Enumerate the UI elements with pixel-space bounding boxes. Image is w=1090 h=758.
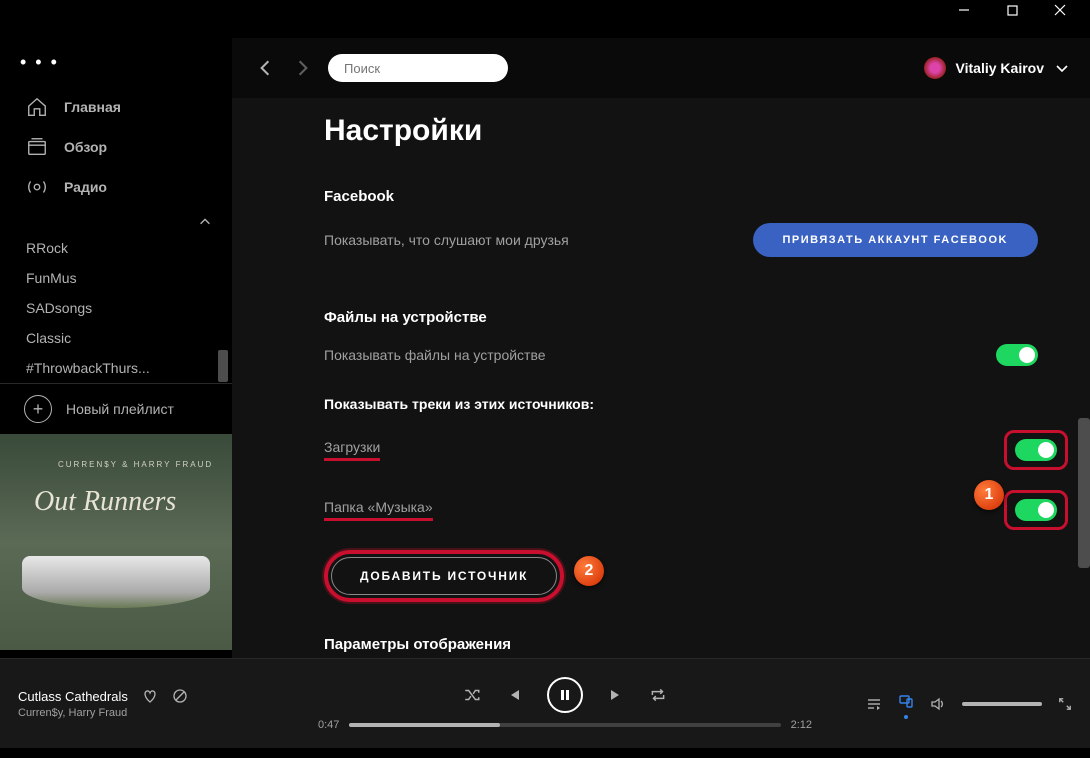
- playlist-item[interactable]: FunMus: [0, 263, 232, 293]
- nav-browse-label: Обзор: [64, 139, 107, 155]
- now-playing-artist[interactable]: Curren$y, Harry Fraud: [18, 707, 318, 719]
- browse-icon: [26, 136, 48, 158]
- player-bar: Cutlass Cathedrals Curren$y, Harry Fraud…: [0, 658, 1090, 748]
- main-panel: Vitaliy Kairov Настройки Facebook Показы…: [232, 38, 1090, 658]
- progress-bar[interactable]: [349, 723, 780, 727]
- user-name-label: Vitaliy Kairov: [956, 60, 1044, 76]
- plus-icon: +: [24, 395, 52, 423]
- new-playlist-label: Новый плейлист: [66, 401, 174, 417]
- now-playing-track[interactable]: Cutlass Cathedrals: [18, 689, 128, 704]
- facebook-desc: Показывать, что слушают мои друзья: [324, 232, 569, 248]
- playlist-item[interactable]: Classic: [0, 323, 232, 353]
- radio-icon: [26, 176, 48, 198]
- source-downloads-label: Загрузки: [324, 439, 380, 461]
- callout-2: 2: [574, 556, 604, 586]
- nav-home-label: Главная: [64, 99, 121, 115]
- add-source-button[interactable]: ДОБАВИТЬ ИСТОЧНИК: [331, 557, 557, 595]
- section-display-head: Параметры отображения: [324, 636, 1038, 653]
- album-artist-text: CURREN$Y & HARRY FRAUD: [58, 460, 213, 469]
- volume-icon[interactable]: [930, 696, 946, 712]
- callout-1: 1: [974, 480, 1004, 510]
- devices-icon[interactable]: [898, 693, 914, 714]
- play-pause-button[interactable]: [547, 677, 583, 713]
- section-facebook-head: Facebook: [324, 188, 1038, 205]
- nav-back-button[interactable]: [252, 55, 278, 81]
- search-input[interactable]: [344, 61, 520, 76]
- window-close-button[interactable]: [1036, 0, 1084, 27]
- source-music-folder-label: Папка «Музыка»: [324, 499, 433, 521]
- elapsed-time: 0:47: [318, 719, 339, 731]
- new-playlist-button[interactable]: + Новый плейлист: [0, 383, 232, 434]
- album-title-text: Out Runners: [34, 486, 176, 518]
- playlist-item[interactable]: #ThrowbackThurs...: [0, 353, 232, 383]
- block-icon[interactable]: [172, 688, 188, 704]
- nav-home[interactable]: Главная: [0, 87, 232, 127]
- sidebar: • • • Главная Обзор Радио RRock FunMus S…: [0, 38, 232, 658]
- menu-dots[interactable]: • • •: [0, 46, 232, 87]
- window-maximize-button[interactable]: [988, 0, 1036, 27]
- previous-button[interactable]: [505, 686, 523, 704]
- content-scrollbar[interactable]: [1078, 418, 1090, 568]
- page-title: Настройки: [324, 114, 1038, 148]
- nav-forward-button[interactable]: [290, 55, 316, 81]
- search-box[interactable]: [328, 54, 508, 82]
- nav-radio-label: Радио: [64, 179, 107, 195]
- volume-slider[interactable]: [962, 702, 1042, 706]
- playlist-item[interactable]: SADsongs: [0, 293, 232, 323]
- avatar: [924, 57, 946, 79]
- fullscreen-icon[interactable]: [1058, 697, 1072, 711]
- chevron-up-icon[interactable]: [198, 215, 212, 229]
- now-playing-cover[interactable]: CURREN$Y & HARRY FRAUD Out Runners: [0, 434, 232, 650]
- source-downloads-toggle[interactable]: [1015, 439, 1057, 461]
- link-facebook-button[interactable]: ПРИВЯЗАТЬ АККАУНТ FACEBOOK: [753, 223, 1039, 257]
- show-local-files-toggle[interactable]: [996, 344, 1038, 366]
- source-music-folder-toggle[interactable]: [1015, 499, 1057, 521]
- next-button[interactable]: [607, 686, 625, 704]
- nav-browse[interactable]: Обзор: [0, 127, 232, 167]
- shuffle-button[interactable]: [463, 686, 481, 704]
- user-menu[interactable]: Vitaliy Kairov: [924, 57, 1070, 79]
- show-local-files-desc: Показывать файлы на устройстве: [324, 347, 546, 363]
- playlist-item[interactable]: RRock: [0, 233, 232, 263]
- sidebar-scrollbar[interactable]: [218, 350, 228, 382]
- duration-time: 2:12: [791, 719, 812, 731]
- nav-radio[interactable]: Радио: [0, 167, 232, 207]
- home-icon: [26, 96, 48, 118]
- heart-icon[interactable]: [142, 688, 158, 704]
- section-local-files-head: Файлы на устройстве: [324, 309, 1038, 326]
- repeat-button[interactable]: [649, 686, 667, 704]
- window-minimize-button[interactable]: [940, 0, 988, 27]
- chevron-down-icon: [1054, 60, 1070, 76]
- queue-icon[interactable]: [866, 696, 882, 712]
- sources-subhead: Показывать треки из этих источников:: [324, 396, 1038, 412]
